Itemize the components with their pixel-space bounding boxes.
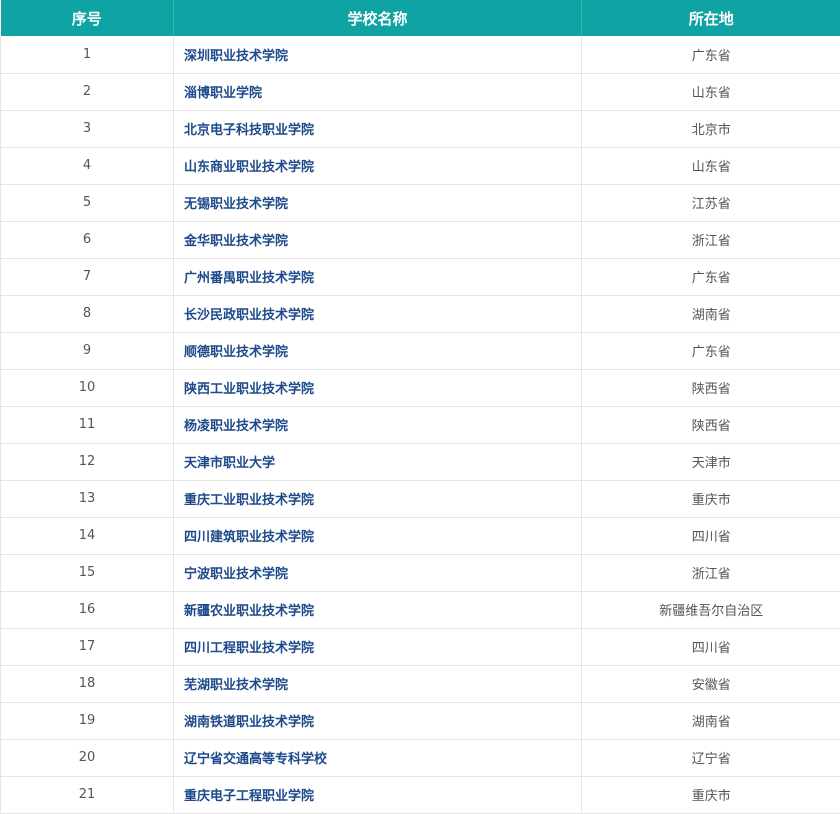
school-location: 安徽省 (581, 665, 840, 703)
row-index: 13 (0, 480, 174, 518)
school-name: 新疆农业职业技术学院 (173, 591, 582, 629)
school-location: 山东省 (581, 73, 840, 111)
school-location: 四川省 (581, 628, 840, 666)
school-name: 广州番禺职业技术学院 (173, 258, 582, 296)
table-row: 21 重庆电子工程职业学院 重庆市 (0, 776, 840, 814)
row-index: 11 (0, 406, 174, 444)
school-name: 淄博职业学院 (173, 73, 582, 111)
school-location: 湖南省 (581, 295, 840, 333)
school-name: 辽宁省交通高等专科学校 (173, 739, 582, 777)
row-index: 19 (0, 702, 174, 740)
school-name: 杨凌职业技术学院 (173, 406, 582, 444)
table-row: 14 四川建筑职业技术学院 四川省 (0, 517, 840, 555)
row-index: 4 (0, 147, 174, 185)
school-location: 辽宁省 (581, 739, 840, 777)
school-location: 四川省 (581, 517, 840, 555)
header-index: 序号 (71, 9, 102, 28)
school-name: 宁波职业技术学院 (173, 554, 582, 592)
table-row: 15 宁波职业技术学院 浙江省 (0, 554, 840, 592)
header-school-name: 学校名称 (173, 0, 582, 36)
table-row: 16 新疆农业职业技术学院 新疆维吾尔自治区 (0, 591, 840, 629)
row-index: 12 (0, 443, 174, 481)
row-index: 1 (0, 36, 174, 74)
table-row: 13 重庆工业职业技术学院 重庆市 (0, 480, 840, 518)
table-row: 3 北京电子科技职业学院 北京市 (0, 110, 840, 148)
table-row: 12 天津市职业大学 天津市 (0, 443, 840, 481)
row-index: 21 (0, 776, 174, 814)
school-location: 重庆市 (581, 776, 840, 814)
school-location: 新疆维吾尔自治区 (581, 591, 840, 629)
table-row: 11 杨凌职业技术学院 陕西省 (0, 406, 840, 444)
school-location: 湖南省 (581, 702, 840, 740)
row-index: 9 (0, 332, 174, 370)
table-row: 18 芜湖职业技术学院 安徽省 (0, 665, 840, 703)
school-name: 顺德职业技术学院 (173, 332, 582, 370)
table-row: 6 金华职业技术学院 浙江省 (0, 221, 840, 259)
table-row: 5 无锡职业技术学院 江苏省 (0, 184, 840, 222)
row-index: 6 (0, 221, 174, 259)
table-row: 20 辽宁省交通高等专科学校 辽宁省 (0, 739, 840, 777)
row-index: 17 (0, 628, 174, 666)
school-name: 金华职业技术学院 (173, 221, 582, 259)
row-index: 16 (0, 591, 174, 629)
school-location: 广东省 (581, 332, 840, 370)
school-location: 陕西省 (581, 406, 840, 444)
school-location: 广东省 (581, 258, 840, 296)
table-row: 1 深圳职业技术学院 广东省 (0, 36, 840, 74)
school-name: 湖南铁道职业技术学院 (173, 702, 582, 740)
header-location: 所在地 (581, 0, 840, 36)
school-name: 四川建筑职业技术学院 (173, 517, 582, 555)
row-index: 2 (0, 73, 174, 111)
school-name: 长沙民政职业技术学院 (173, 295, 582, 333)
school-location: 山东省 (581, 147, 840, 185)
table-row: 7 广州番禺职业技术学院 广东省 (0, 258, 840, 296)
school-name: 重庆电子工程职业学院 (173, 776, 582, 814)
school-name: 深圳职业技术学院 (173, 36, 582, 74)
school-location: 天津市 (581, 443, 840, 481)
table-body: 1 深圳职业技术学院 广东省 2 淄博职业学院 山东省 3 北京电子科技职业学院 北京市 4 山东商… (0, 36, 840, 814)
table-row: 19 湖南铁道职业技术学院 湖南省 (0, 702, 840, 740)
table-row: 2 淄博职业学院 山东省 (0, 73, 840, 111)
school-name: 无锡职业技术学院 (173, 184, 582, 222)
row-index: 7 (0, 258, 174, 296)
row-index: 20 (0, 739, 174, 777)
school-name: 天津市职业大学 (173, 443, 582, 481)
table-row: 9 顺德职业技术学院 广东省 (0, 332, 840, 370)
school-location: 浙江省 (581, 221, 840, 259)
row-index: 3 (0, 110, 174, 148)
school-location: 重庆市 (581, 480, 840, 518)
school-name: 山东商业职业技术学院 (173, 147, 582, 185)
school-location: 陕西省 (581, 369, 840, 407)
school-location: 浙江省 (581, 554, 840, 592)
school-location: 北京市 (581, 110, 840, 148)
table-row: 10 陕西工业职业技术学院 陕西省 (0, 369, 840, 407)
table-row: 4 山东商业职业技术学院 山东省 (0, 147, 840, 185)
school-name: 北京电子科技职业学院 (173, 110, 582, 148)
school-name: 重庆工业职业技术学院 (173, 480, 582, 518)
row-index: 5 (0, 184, 174, 222)
table-row: 8 长沙民政职业技术学院 湖南省 (0, 295, 840, 333)
schools-table: 序号 学校名称 所在地 1 深圳职业技术学院 广东省 2 淄博职业学院 山东省 3 北京电子科… (0, 0, 840, 814)
school-name: 四川工程职业技术学院 (173, 628, 582, 666)
row-index: 14 (0, 517, 174, 555)
row-index: 15 (0, 554, 174, 592)
row-index: 10 (0, 369, 174, 407)
row-index: 8 (0, 295, 174, 333)
table-header-row: 序号 学校名称 所在地 (0, 0, 840, 36)
school-name: 陕西工业职业技术学院 (173, 369, 582, 407)
school-location: 江苏省 (581, 184, 840, 222)
row-index: 18 (0, 665, 174, 703)
table-row: 17 四川工程职业技术学院 四川省 (0, 628, 840, 666)
school-name: 芜湖职业技术学院 (173, 665, 582, 703)
school-location: 广东省 (581, 36, 840, 74)
